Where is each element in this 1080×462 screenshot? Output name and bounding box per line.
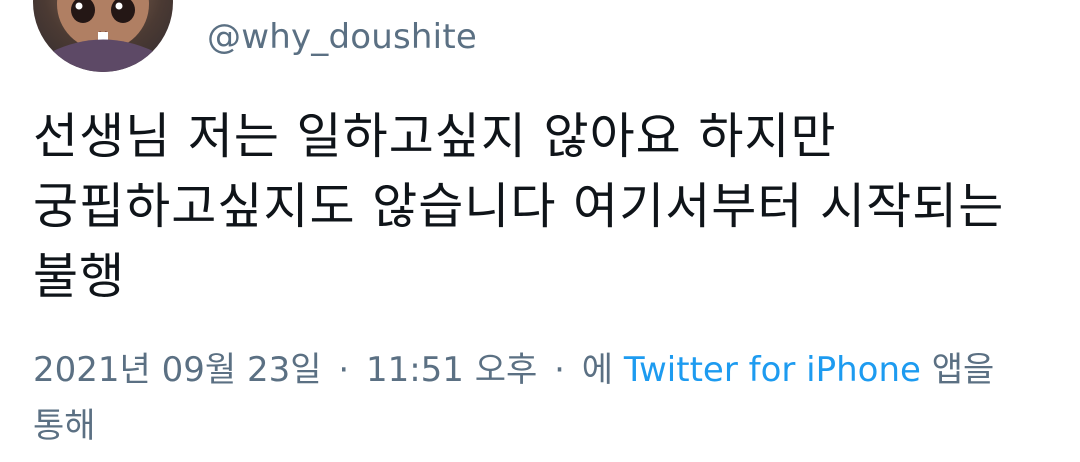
source-app-link[interactable]: Twitter for iPhone — [624, 350, 921, 390]
source-prefix: 에 — [581, 350, 614, 390]
tweet-metadata: 2021년 09월 23일 · 11:51 오후 · 에 Twitter for… — [33, 342, 1048, 454]
profile-avatar[interactable] — [33, 0, 173, 72]
tweet-text: 선생님 저는 일하고싶지 않아요 하지만 궁핍하고싶지도 않습니다 여기서부터 … — [33, 108, 1005, 305]
username-handle[interactable]: @why_doushite — [207, 16, 477, 58]
separator: · — [338, 350, 350, 390]
tweet-time[interactable]: 11:51 오후 — [366, 350, 537, 390]
separator: · — [554, 350, 565, 390]
tweet-date[interactable]: 2021년 09월 23일 — [33, 350, 322, 390]
avatar-illustration — [51, 0, 155, 72]
